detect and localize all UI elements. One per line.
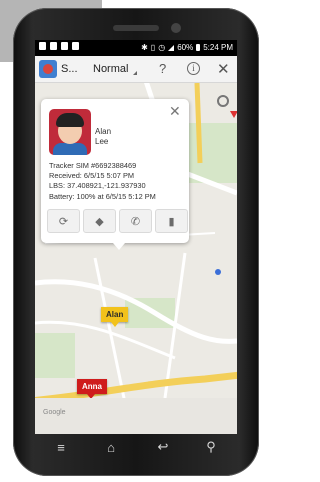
tracker-sim: Tracker SIM #6692388469: [49, 161, 137, 170]
help-button[interactable]: ?: [159, 61, 166, 76]
navigate-button[interactable]: ◆: [83, 209, 116, 233]
battery-status: Battery: 100% at 6/5/15 5:12 PM: [49, 191, 156, 201]
tracker-info-popup: Alan Lee ✕ Tracker SIM #6692388469 Recei…: [41, 99, 189, 243]
search-button[interactable]: ⚲: [201, 437, 221, 457]
flag-icon: [72, 42, 79, 50]
status-time: 5:24 PM: [203, 43, 233, 52]
map-view[interactable]: Alan Lee ✕ Tracker SIM #6692388469 Recei…: [35, 83, 237, 398]
front-camera: [171, 23, 181, 33]
menu-button[interactable]: ≡: [51, 437, 71, 457]
search-icon: ⚲: [206, 439, 216, 454]
person-name: Alan Lee: [95, 127, 111, 147]
call-button[interactable]: ✆: [119, 209, 152, 233]
phone-frame: ✱ ▯ ◷ 60% 5:24 PM S... Normal ? i ✕ Alan…: [13, 8, 259, 476]
close-button[interactable]: ✕: [217, 60, 230, 78]
back-icon: ↩: [157, 439, 169, 454]
home-button[interactable]: ⌂: [101, 437, 121, 457]
navigation-bar: ≡ ⌂ ↩ ⚲: [35, 434, 237, 460]
phone-screen: ✱ ▯ ◷ 60% 5:24 PM S... Normal ? i ✕ Alan…: [35, 40, 237, 434]
direction-marker-icon: [230, 111, 237, 118]
alarm-icon: ◷: [158, 43, 166, 52]
info-button[interactable]: i: [187, 62, 200, 75]
battery-icon: [196, 44, 201, 51]
menu-icon: ≡: [57, 439, 65, 455]
map-marker-alan[interactable]: Alan: [101, 307, 129, 327]
refresh-icon: ⟳: [58, 215, 69, 228]
first-name: Alan: [95, 127, 112, 136]
battery-icon: ▮: [168, 215, 175, 228]
navigate-icon: ◆: [95, 215, 104, 228]
notification-icons: [39, 42, 79, 50]
battery-button[interactable]: ▮: [155, 209, 188, 233]
flag-icon: [61, 42, 68, 50]
last-name: Lee: [95, 137, 109, 146]
home-icon: ⌂: [107, 439, 115, 455]
popup-actions: ⟳ ◆ ✆ ▮: [47, 209, 188, 233]
refresh-button[interactable]: ⟳: [47, 209, 80, 233]
back-button[interactable]: ↩: [153, 437, 173, 457]
app-bar: S... Normal ? i ✕: [35, 56, 237, 83]
dropdown-caret-icon[interactable]: [133, 71, 137, 75]
vibrate-icon: ▯: [150, 43, 156, 52]
app-logo-icon[interactable]: [39, 60, 57, 78]
received-time: Received: 6/5/15 5:07 PM: [49, 171, 135, 181]
speaker-grille: [113, 25, 159, 31]
tracker-details: Tracker SIM #6692388469 Received: 6/5/15…: [49, 161, 156, 202]
phone-icon: ✆: [130, 215, 141, 228]
app-title: S...: [61, 63, 78, 75]
battery-percent: 60%: [177, 43, 194, 52]
popup-close-button[interactable]: ✕: [169, 103, 181, 120]
system-icons: ✱ ▯ ◷ 60% 5:24 PM: [141, 43, 233, 52]
lbs-coordinates: LBS: 37.408921,-121.937930: [49, 181, 146, 191]
bluetooth-icon: ✱: [141, 43, 148, 52]
status-bar: ✱ ▯ ◷ 60% 5:24 PM: [35, 40, 237, 56]
message-icon: [50, 42, 57, 50]
avatar: [49, 109, 91, 155]
current-location-dot: [215, 269, 221, 275]
signal-icon: [168, 44, 175, 51]
popup-pointer: [113, 243, 125, 250]
email-icon: [39, 42, 46, 50]
mode-dropdown[interactable]: Normal: [93, 63, 128, 75]
map-attribution: Google: [43, 409, 66, 416]
locate-icon[interactable]: [213, 91, 231, 109]
map-marker-anna[interactable]: Anna: [77, 379, 107, 398]
